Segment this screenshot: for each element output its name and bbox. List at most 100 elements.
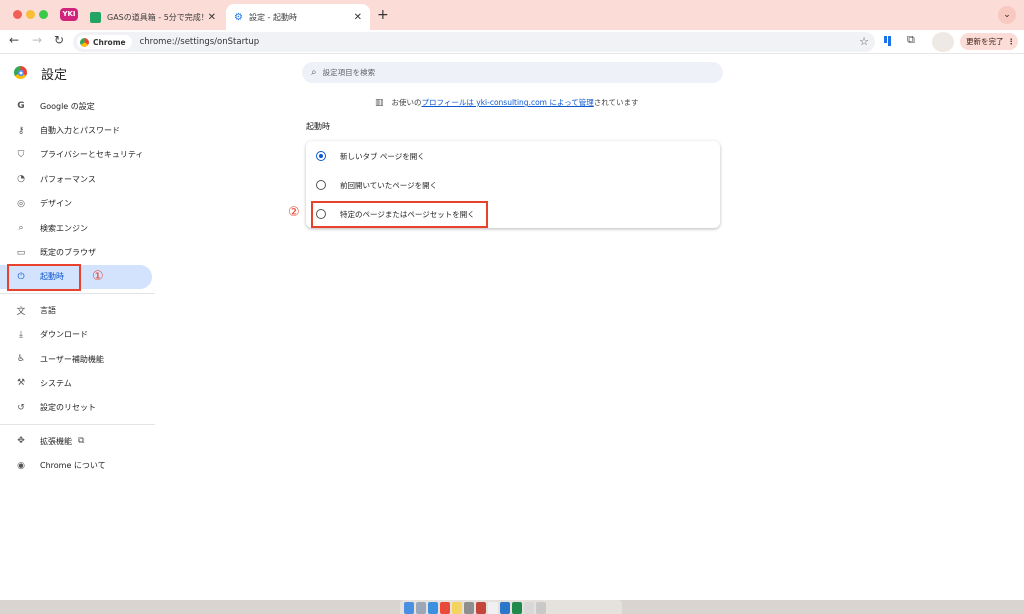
sidebar-item-default-browser[interactable]: ▭ 既定のブラウザ	[0, 240, 155, 264]
browser-window: YKI GASの道具箱 - 5分で完成！コピペ ✕ ⚙ 設定 - 起動時 ✕ +…	[0, 0, 1024, 600]
annotation-marker-2: ②	[288, 205, 300, 220]
browser-window-icon: ▭	[16, 247, 26, 258]
tab-gas[interactable]: GASの道具箱 - 5分で完成！コピペ ✕	[82, 4, 224, 30]
sidebar-item-label: システム	[40, 378, 72, 388]
sidebar-item-label: 設定のリセット	[40, 403, 96, 413]
shield-icon: ⛉	[17, 149, 25, 160]
trash-icon[interactable]	[536, 602, 546, 614]
more-menu-icon[interactable]: ⋮	[1008, 37, 1016, 46]
annotation-highlight-box	[311, 201, 488, 228]
search-icon: ⌕	[311, 67, 317, 78]
app-icon[interactable]	[464, 602, 474, 614]
close-icon[interactable]: ✕	[354, 12, 362, 23]
reset-icon: ↺	[17, 402, 25, 413]
settings-search-input[interactable]: ⌕ 設定項目を検索	[302, 62, 723, 83]
sidebar-item-label: 自動入力とパスワード	[40, 126, 120, 136]
forward-arrow-icon[interactable]: →	[32, 33, 42, 47]
sidebar-item-reset[interactable]: ↺ 設定のリセット	[0, 396, 155, 420]
reload-icon[interactable]: ↻	[54, 33, 64, 47]
tab-settings[interactable]: ⚙ 設定 - 起動時 ✕	[226, 4, 370, 30]
building-icon: ▥	[375, 97, 384, 108]
section-title-on-startup: 起動時	[306, 122, 330, 131]
managed-profile-link[interactable]: プロフィールは yki-consulting.com によって管理	[422, 97, 594, 108]
bookmark-star-icon[interactable]: ☆	[859, 35, 869, 48]
extensions-puzzle-icon[interactable]: ⧉	[907, 33, 915, 47]
accessibility-icon: ♿	[16, 354, 26, 365]
key-icon: ⚷	[17, 125, 25, 136]
launchpad-icon[interactable]	[416, 602, 426, 614]
extension-icon[interactable]	[884, 36, 892, 46]
managed-notice-prefix: お使いの	[391, 98, 422, 107]
tab-group-chip[interactable]: YKI	[60, 8, 78, 21]
gear-icon: ⚙	[234, 11, 243, 23]
app-icon[interactable]	[476, 602, 486, 614]
sidebar-divider	[0, 424, 155, 426]
url-text[interactable]: chrome://settings/onStartup	[140, 37, 260, 47]
sidebar-item-google[interactable]: G Google の設定	[0, 94, 155, 118]
sidebar-item-design[interactable]: ◎ デザイン	[0, 192, 155, 216]
sidebar-item-label: ユーザー補助機能	[40, 354, 104, 364]
new-tab-button[interactable]: +	[377, 7, 389, 23]
translate-icon: 文	[16, 306, 26, 317]
close-icon[interactable]: ✕	[208, 12, 216, 23]
update-button[interactable]: 更新を完了 ⋮	[960, 33, 1018, 50]
sidebar-item-about-chrome[interactable]: ◉ Chrome について	[0, 453, 155, 477]
radio-continue-where-left-off[interactable]: 前回開いていたページを開く	[316, 175, 437, 195]
sidebar-divider	[0, 293, 155, 295]
speedometer-icon: ◔	[17, 174, 25, 185]
excel-icon[interactable]	[512, 602, 522, 614]
wrench-icon: ⚒	[16, 378, 26, 389]
mail-icon[interactable]	[428, 602, 438, 614]
sidebar-item-search-engine[interactable]: ⌕ 検索エンジン	[0, 216, 155, 240]
sidebar-item-label: Chrome について	[40, 461, 106, 471]
back-arrow-icon[interactable]: ←	[9, 33, 19, 47]
sidebar-item-label: デザイン	[40, 199, 72, 209]
chrome-icon[interactable]	[440, 602, 450, 614]
radio-label: 前回開いていたページを開く	[340, 180, 438, 190]
sidebar-item-performance[interactable]: ◔ パフォーマンス	[0, 167, 155, 191]
sidebar-item-accessibility[interactable]: ♿ ユーザー補助機能	[0, 347, 155, 371]
window-maximize-button[interactable]	[39, 10, 48, 19]
window-close-button[interactable]	[13, 10, 22, 19]
address-bar[interactable]: Chrome chrome://settings/onStartup ☆	[73, 32, 875, 52]
sidebar-item-extensions[interactable]: ✥ 拡張機能 ⧉	[0, 429, 155, 453]
sidebar-item-downloads[interactable]: ⤓ ダウンロード	[0, 323, 155, 347]
radio-button[interactable]	[316, 180, 326, 190]
finder-icon[interactable]	[404, 602, 414, 614]
window-minimize-button[interactable]	[26, 10, 35, 19]
tab-strip: YKI GASの道具箱 - 5分で完成！コピペ ✕ ⚙ 設定 - 起動時 ✕ +…	[0, 0, 1024, 30]
sidebar-item-system[interactable]: ⚒ システム	[0, 371, 155, 395]
managed-notice: ▥ お使いの プロフィールは yki-consulting.com によって管理…	[375, 97, 639, 108]
calendar-icon[interactable]	[488, 602, 498, 614]
tab-search-chevron-icon[interactable]: ⌄	[998, 6, 1016, 24]
palette-icon: ◎	[17, 198, 25, 209]
search-placeholder: 設定項目を検索	[322, 68, 376, 77]
sidebar-item-autofill[interactable]: ⚷ 自動入力とパスワード	[0, 118, 155, 142]
external-link-icon: ⧉	[78, 436, 85, 447]
avatar[interactable]	[932, 32, 954, 52]
sidebar-item-label: 言語	[40, 305, 56, 315]
document-icon[interactable]	[524, 602, 534, 614]
annotation-highlight-box	[7, 264, 81, 291]
radio-label: 新しいタブ ページを開く	[340, 151, 425, 161]
update-button-label: 更新を完了	[966, 37, 1004, 46]
annotation-marker-1: ①	[92, 269, 104, 284]
sidebar-item-label: プライバシーとセキュリティ	[40, 150, 144, 160]
sidebar-item-label: ダウンロード	[40, 330, 88, 340]
sidebar-item-privacy[interactable]: ⛉ プライバシーとセキュリティ	[0, 143, 155, 167]
sidebar-item-label: 拡張機能	[40, 436, 72, 446]
sidebar-item-label: 検索エンジン	[40, 223, 88, 233]
page-title: 設定	[41, 68, 68, 83]
chrome-logo-icon	[14, 66, 27, 79]
sheets-favicon-icon	[90, 11, 101, 23]
sidebar-item-languages[interactable]: 文 言語	[0, 298, 155, 322]
site-chip[interactable]: Chrome	[77, 35, 132, 49]
notes-icon[interactable]	[452, 602, 462, 614]
search-icon: ⌕	[18, 223, 24, 234]
radio-button-checked[interactable]	[316, 151, 326, 161]
site-chip-label: Chrome	[93, 37, 126, 47]
app-icon[interactable]	[500, 602, 510, 614]
radio-open-new-tab[interactable]: 新しいタブ ページを開く	[316, 146, 425, 166]
sidebar-item-label: Google の設定	[40, 101, 95, 111]
tab-title: GASの道具箱 - 5分で完成！コピペ	[107, 12, 204, 22]
